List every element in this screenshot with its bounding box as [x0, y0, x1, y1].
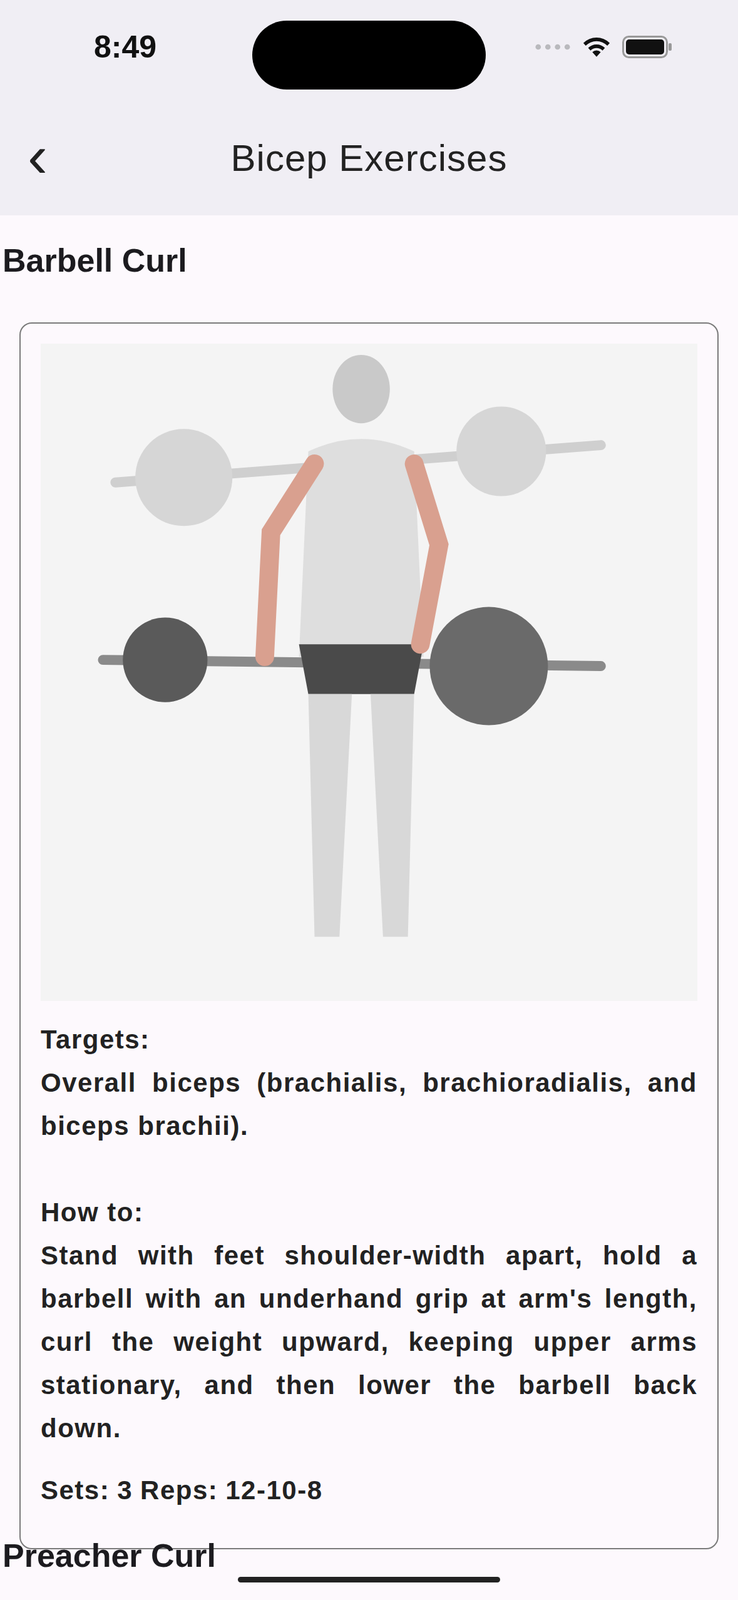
header: 8:49 ‹Bicep Exercises	[0, 0, 738, 216]
howto-label: How to:	[40, 1190, 698, 1234]
status-bar: 8:49	[0, 0, 738, 107]
exercise-card: Targets:Overall biceps (brachialis, brac…	[19, 322, 719, 1550]
exercise-info: Targets:Overall biceps (brachialis, brac…	[40, 1017, 698, 1512]
howto-text: Stand with feet shoulder-width apart, ho…	[40, 1233, 698, 1450]
reps-label: Reps:	[140, 1468, 218, 1512]
sets-value: 3	[117, 1468, 133, 1512]
exercise-title: Barbell Curl	[0, 215, 738, 281]
exercise: Barbell Curl Targets:Overall biceps (brac…	[0, 215, 738, 1550]
screen: 8:49‹Bicep ExercisesBarbell CurlTargets:…	[0, 0, 738, 1600]
wifi-icon	[582, 36, 611, 59]
targets-text: Overall biceps (brachialis, brachioradia…	[40, 1060, 698, 1148]
targets-label: Targets:	[40, 1017, 698, 1061]
nav-bar: ‹Bicep Exercises	[0, 106, 738, 216]
exercise-title: Preacher Curl	[0, 1535, 738, 1576]
battery-icon	[622, 35, 673, 59]
status-time: 8:49	[93, 28, 157, 66]
exercise-image	[40, 343, 698, 1001]
reps-value: 12-10-8	[225, 1468, 323, 1512]
status-icons	[534, 35, 673, 59]
exercise-list: Barbell Curl Targets:Overall biceps (brac…	[0, 215, 738, 1600]
sets-label: Sets:	[40, 1468, 110, 1512]
dynamic-island	[252, 20, 486, 90]
exercise: Preacher Curl	[0, 1549, 738, 1600]
nav-title: Bicep Exercises	[0, 136, 738, 180]
home-indicator	[237, 1576, 501, 1583]
signal-icon	[534, 43, 571, 51]
sets-reps: Sets:3Reps:12-10-8	[40, 1468, 698, 1512]
figure-illustration	[40, 343, 698, 1001]
back-button[interactable]: ‹	[27, 131, 48, 182]
